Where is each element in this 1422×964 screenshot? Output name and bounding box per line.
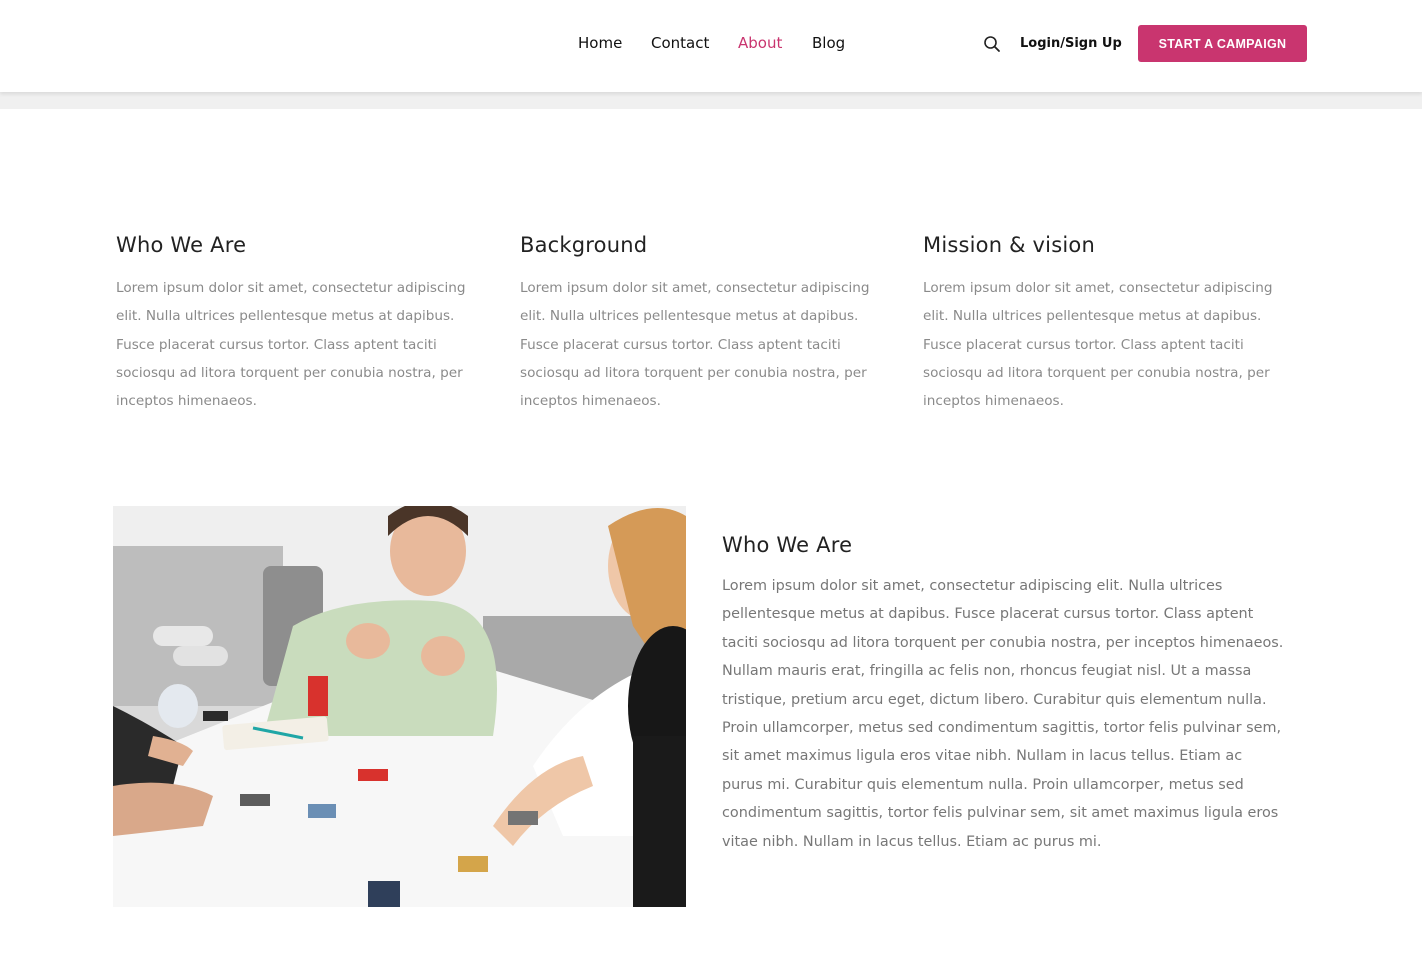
column-title: Who We Are [116,233,247,257]
nav-link-about[interactable]: About [738,33,782,53]
start-campaign-button[interactable]: START A CAMPAIGN [1138,25,1307,62]
column-text: Lorem ipsum dolor sit amet, consectetur … [923,280,1273,410]
site-header: Home Contact About Blog Login/Sign Up ST… [0,0,1422,92]
column-title: Mission & vision [923,233,1095,257]
column-background: Background Lorem ipsum dolor sit amet, c… [520,230,880,415]
section-title: Who We Are [722,533,853,557]
team-meeting-photo [113,506,686,907]
nav-link-contact[interactable]: Contact [651,33,709,53]
nav-link-blog[interactable]: Blog [812,33,845,53]
nav-link-home[interactable]: Home [578,33,622,53]
login-signup-link[interactable]: Login/Sign Up [1020,35,1122,53]
who-we-are-section: Who We Are Lorem ipsum dolor sit amet, c… [722,530,1287,856]
column-text: Lorem ipsum dolor sit amet, consectetur … [520,280,870,410]
header-divider-band [0,92,1422,109]
section-text: Lorem ipsum dolor sit amet, consectetur … [722,578,1284,850]
column-title: Background [520,233,648,257]
column-mission-vision: Mission & vision Lorem ipsum dolor sit a… [923,230,1283,415]
search-icon[interactable] [983,35,1001,53]
column-text: Lorem ipsum dolor sit amet, consectetur … [116,280,466,410]
column-who-we-are: Who We Are Lorem ipsum dolor sit amet, c… [116,230,476,415]
